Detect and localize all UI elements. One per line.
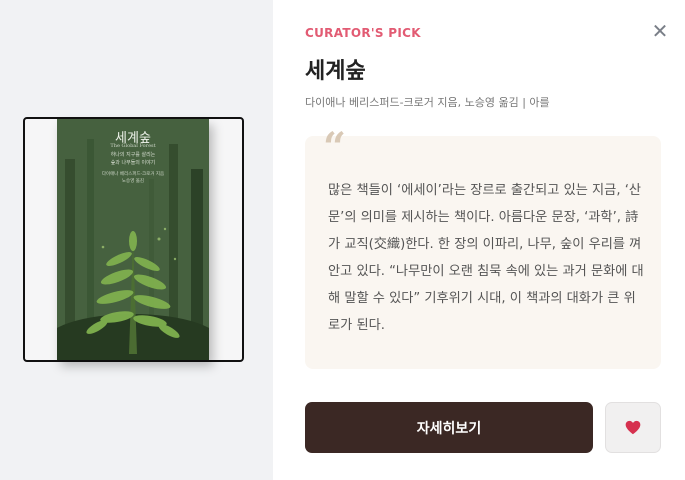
- quote-icon: “: [323, 124, 347, 171]
- quote-box: “ 많은 책들이 ‘에세이’라는 장르로 출간되고 있는 지금, ‘산문’의 의…: [305, 128, 661, 369]
- book-cover-description: 하나의 지구를 살리는 숲과 나무들의 이야기: [110, 152, 156, 166]
- info-panel: ✕ CURATOR'S PICK 세계숲 다이애나 베리스퍼드-크로거 지음, …: [273, 0, 685, 480]
- book-panel: 세계숲 The Global Forest 하나의 지구를 살리는 숲과 나무들…: [0, 0, 273, 480]
- book-meta: 다이애나 베리스퍼드-크로거 지음, 노승영 옮김 | 아를: [305, 96, 550, 109]
- close-icon[interactable]: ✕: [650, 21, 670, 41]
- detail-button[interactable]: 자세히보기: [305, 402, 593, 453]
- book-title: 세계숲: [305, 59, 366, 84]
- curator-pick-card: 세계숲 The Global Forest 하나의 지구를 살리는 숲과 나무들…: [0, 0, 685, 480]
- quote-text: 많은 책들이 ‘에세이’라는 장르로 출간되고 있는 지금, ‘산문’의 의미를…: [328, 183, 644, 333]
- book-cover[interactable]: 세계숲 The Global Forest 하나의 지구를 살리는 숲과 나무들…: [57, 119, 209, 360]
- book-cover-subtitle: The Global Forest: [110, 143, 156, 149]
- detail-button-label: 자세히보기: [416, 420, 482, 437]
- like-button[interactable]: [605, 402, 661, 453]
- book-cover-author: 다이애나 베리스퍼드-크로거 지음 노승영 옮김: [101, 172, 165, 184]
- heart-icon: [625, 420, 641, 435]
- curator-label: CURATOR'S PICK: [305, 26, 421, 40]
